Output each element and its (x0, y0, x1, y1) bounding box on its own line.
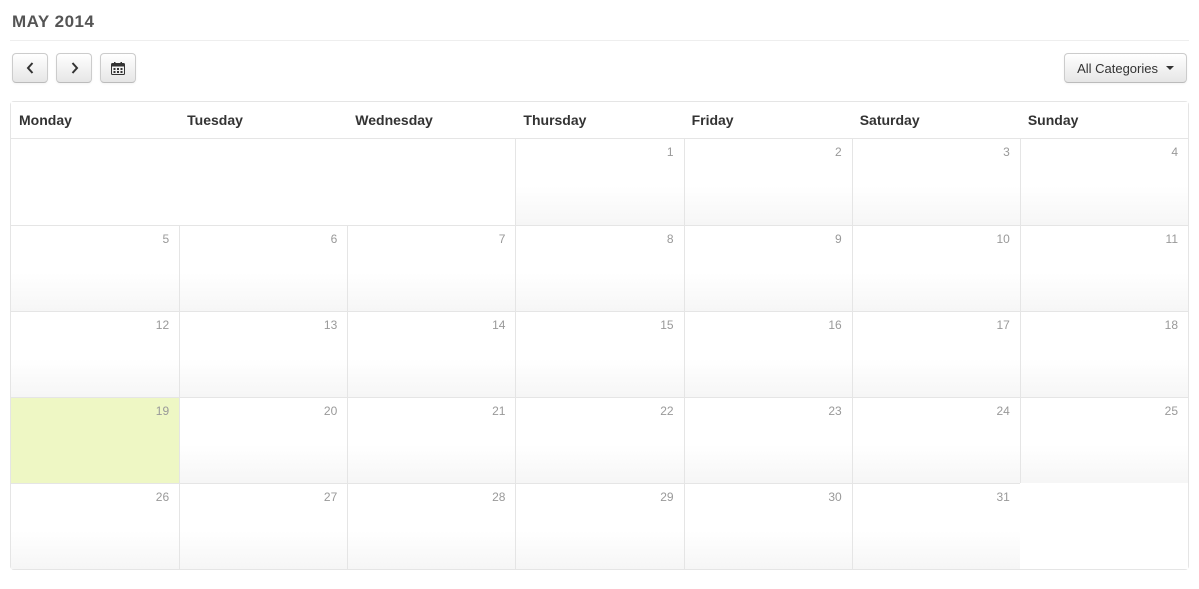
calendar-day-cell[interactable]: 13 (179, 311, 347, 397)
weekday-header: Monday (11, 102, 179, 139)
weekday-header: Saturday (852, 102, 1020, 139)
day-number: 12 (156, 318, 169, 332)
day-number: 17 (996, 318, 1009, 332)
day-number: 18 (1165, 318, 1178, 332)
calendar-day-cell[interactable]: 14 (347, 311, 515, 397)
day-number: 13 (324, 318, 337, 332)
day-number: 23 (828, 404, 841, 418)
chevron-left-icon (26, 62, 35, 74)
prev-button[interactable] (12, 53, 48, 83)
day-number: 22 (660, 404, 673, 418)
weekday-header: Sunday (1020, 102, 1188, 139)
calendar-day-cell[interactable]: 30 (684, 483, 852, 569)
day-number: 25 (1165, 404, 1178, 418)
day-number: 24 (996, 404, 1009, 418)
calendar-title: MAY 2014 (12, 12, 1189, 32)
calendar-day-cell[interactable]: 17 (852, 311, 1020, 397)
categories-dropdown[interactable]: All Categories (1064, 53, 1187, 83)
day-number: 21 (492, 404, 505, 418)
calendar-grid: Monday Tuesday Wednesday Thursday Friday… (10, 101, 1189, 570)
calendar-day-cell[interactable]: 5 (11, 225, 179, 311)
weekday-header-row: Monday Tuesday Wednesday Thursday Friday… (11, 102, 1188, 139)
day-number: 11 (1166, 232, 1178, 246)
calendar-day-cell[interactable]: 2 (684, 139, 852, 225)
calendar-day-cell[interactable]: 21 (347, 397, 515, 483)
calendar-day-cell[interactable]: 19 (11, 397, 179, 483)
calendar-week-row: 19 20 21 22 23 24 25 (11, 397, 1188, 483)
calendar-day-cell[interactable]: 3 (852, 139, 1020, 225)
day-number: 4 (1171, 145, 1178, 159)
calendar-day-cell[interactable]: 10 (852, 225, 1020, 311)
calendar-day-cell[interactable]: 24 (852, 397, 1020, 483)
day-number: 9 (835, 232, 842, 246)
calendar-day-cell[interactable]: 4 (1020, 139, 1188, 225)
day-number: 16 (828, 318, 841, 332)
calendar-day-cell (11, 139, 179, 225)
calendar-day-cell[interactable]: 23 (684, 397, 852, 483)
calendar-day-cell[interactable]: 22 (515, 397, 683, 483)
day-number: 2 (835, 145, 842, 159)
calendar-icon (111, 62, 125, 75)
day-number: 8 (667, 232, 674, 246)
divider (10, 40, 1189, 41)
day-number: 20 (324, 404, 337, 418)
caret-down-icon (1166, 66, 1174, 70)
calendar-day-cell[interactable]: 18 (1020, 311, 1188, 397)
day-number: 1 (667, 145, 674, 159)
next-button[interactable] (56, 53, 92, 83)
calendar-day-cell[interactable]: 12 (11, 311, 179, 397)
chevron-right-icon (70, 62, 79, 74)
calendar-day-cell[interactable]: 15 (515, 311, 683, 397)
day-number: 5 (162, 232, 169, 246)
calendar-day-cell[interactable]: 7 (347, 225, 515, 311)
calendar-day-cell[interactable]: 11 (1020, 225, 1188, 311)
calendar-week-row: 5 6 7 8 9 10 11 (11, 225, 1188, 311)
day-number: 7 (499, 232, 506, 246)
day-number: 31 (996, 490, 1009, 504)
calendar-week-row: 1 2 3 4 (11, 139, 1188, 225)
calendar-day-cell (179, 139, 347, 225)
day-number: 14 (492, 318, 505, 332)
weekday-header: Tuesday (179, 102, 347, 139)
day-number: 26 (156, 490, 169, 504)
day-number: 10 (996, 232, 1009, 246)
day-number: 30 (828, 490, 841, 504)
toolbar: All Categories (10, 53, 1189, 83)
calendar-day-cell[interactable]: 16 (684, 311, 852, 397)
categories-dropdown-label: All Categories (1077, 61, 1158, 76)
calendar-day-cell[interactable]: 8 (515, 225, 683, 311)
calendar-day-cell[interactable]: 20 (179, 397, 347, 483)
day-number: 19 (156, 404, 169, 418)
day-number: 29 (660, 490, 673, 504)
calendar-day-cell[interactable]: 28 (347, 483, 515, 569)
calendar-day-cell (1020, 483, 1188, 569)
calendar-day-cell[interactable]: 25 (1020, 397, 1188, 483)
day-number: 15 (660, 318, 673, 332)
today-button[interactable] (100, 53, 136, 83)
weekday-header: Thursday (515, 102, 683, 139)
weekday-header: Friday (684, 102, 852, 139)
calendar-day-cell[interactable]: 1 (515, 139, 683, 225)
calendar-day-cell[interactable]: 27 (179, 483, 347, 569)
calendar-day-cell (347, 139, 515, 225)
day-number: 28 (492, 490, 505, 504)
day-number: 6 (331, 232, 338, 246)
calendar-day-cell[interactable]: 6 (179, 225, 347, 311)
calendar-week-row: 26 27 28 29 30 31 (11, 483, 1188, 569)
calendar-day-cell[interactable]: 26 (11, 483, 179, 569)
nav-button-group (12, 53, 136, 83)
calendar-week-row: 12 13 14 15 16 17 18 (11, 311, 1188, 397)
calendar-day-cell[interactable]: 31 (852, 483, 1020, 569)
weekday-header: Wednesday (347, 102, 515, 139)
day-number: 3 (1003, 145, 1010, 159)
calendar-day-cell[interactable]: 9 (684, 225, 852, 311)
calendar-day-cell[interactable]: 29 (515, 483, 683, 569)
day-number: 27 (324, 490, 337, 504)
